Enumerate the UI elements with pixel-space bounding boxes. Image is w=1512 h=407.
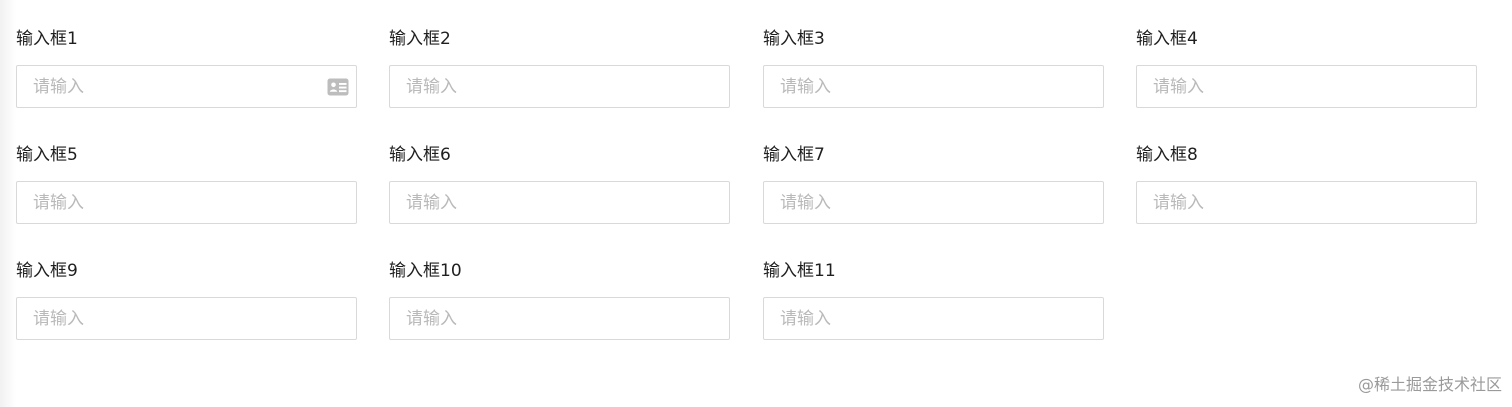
text-input-8[interactable]: [1137, 182, 1476, 223]
input-container: [763, 65, 1104, 108]
input-container: [1136, 181, 1477, 224]
input-container: [389, 297, 730, 340]
text-input-1[interactable]: [17, 66, 356, 107]
input-container: [16, 297, 357, 340]
input-container: [763, 181, 1104, 224]
field-label: 输入框7: [763, 145, 825, 165]
text-input-9[interactable]: [17, 298, 356, 339]
text-input-11[interactable]: [764, 298, 1103, 339]
text-input-4[interactable]: [1137, 66, 1476, 107]
input-container: [1136, 65, 1477, 108]
id-card-icon[interactable]: [327, 78, 349, 96]
input-container: [389, 65, 730, 108]
input-container: [389, 181, 730, 224]
watermark-text: @稀土掘金技术社区: [1357, 375, 1502, 394]
input-container: [16, 181, 357, 224]
field-label: 输入框8: [1136, 145, 1198, 165]
text-input-6[interactable]: [390, 182, 729, 223]
field-label: 输入框3: [763, 29, 825, 49]
text-input-10[interactable]: [390, 298, 729, 339]
text-input-7[interactable]: [764, 182, 1103, 223]
field-label: 输入框1: [16, 29, 78, 49]
field-label: 输入框10: [389, 261, 462, 281]
field-label: 输入框5: [16, 145, 78, 165]
field-label: 输入框6: [389, 145, 451, 165]
input-container: [763, 297, 1104, 340]
text-input-2[interactable]: [390, 66, 729, 107]
input-container: [16, 65, 357, 108]
field-label: 输入框9: [16, 261, 78, 281]
page-edge-shade: [0, 0, 16, 407]
field-label: 输入框11: [763, 261, 836, 281]
field-label: 输入框4: [1136, 29, 1198, 49]
field-label: 输入框2: [389, 29, 451, 49]
text-input-3[interactable]: [764, 66, 1103, 107]
text-input-5[interactable]: [17, 182, 356, 223]
